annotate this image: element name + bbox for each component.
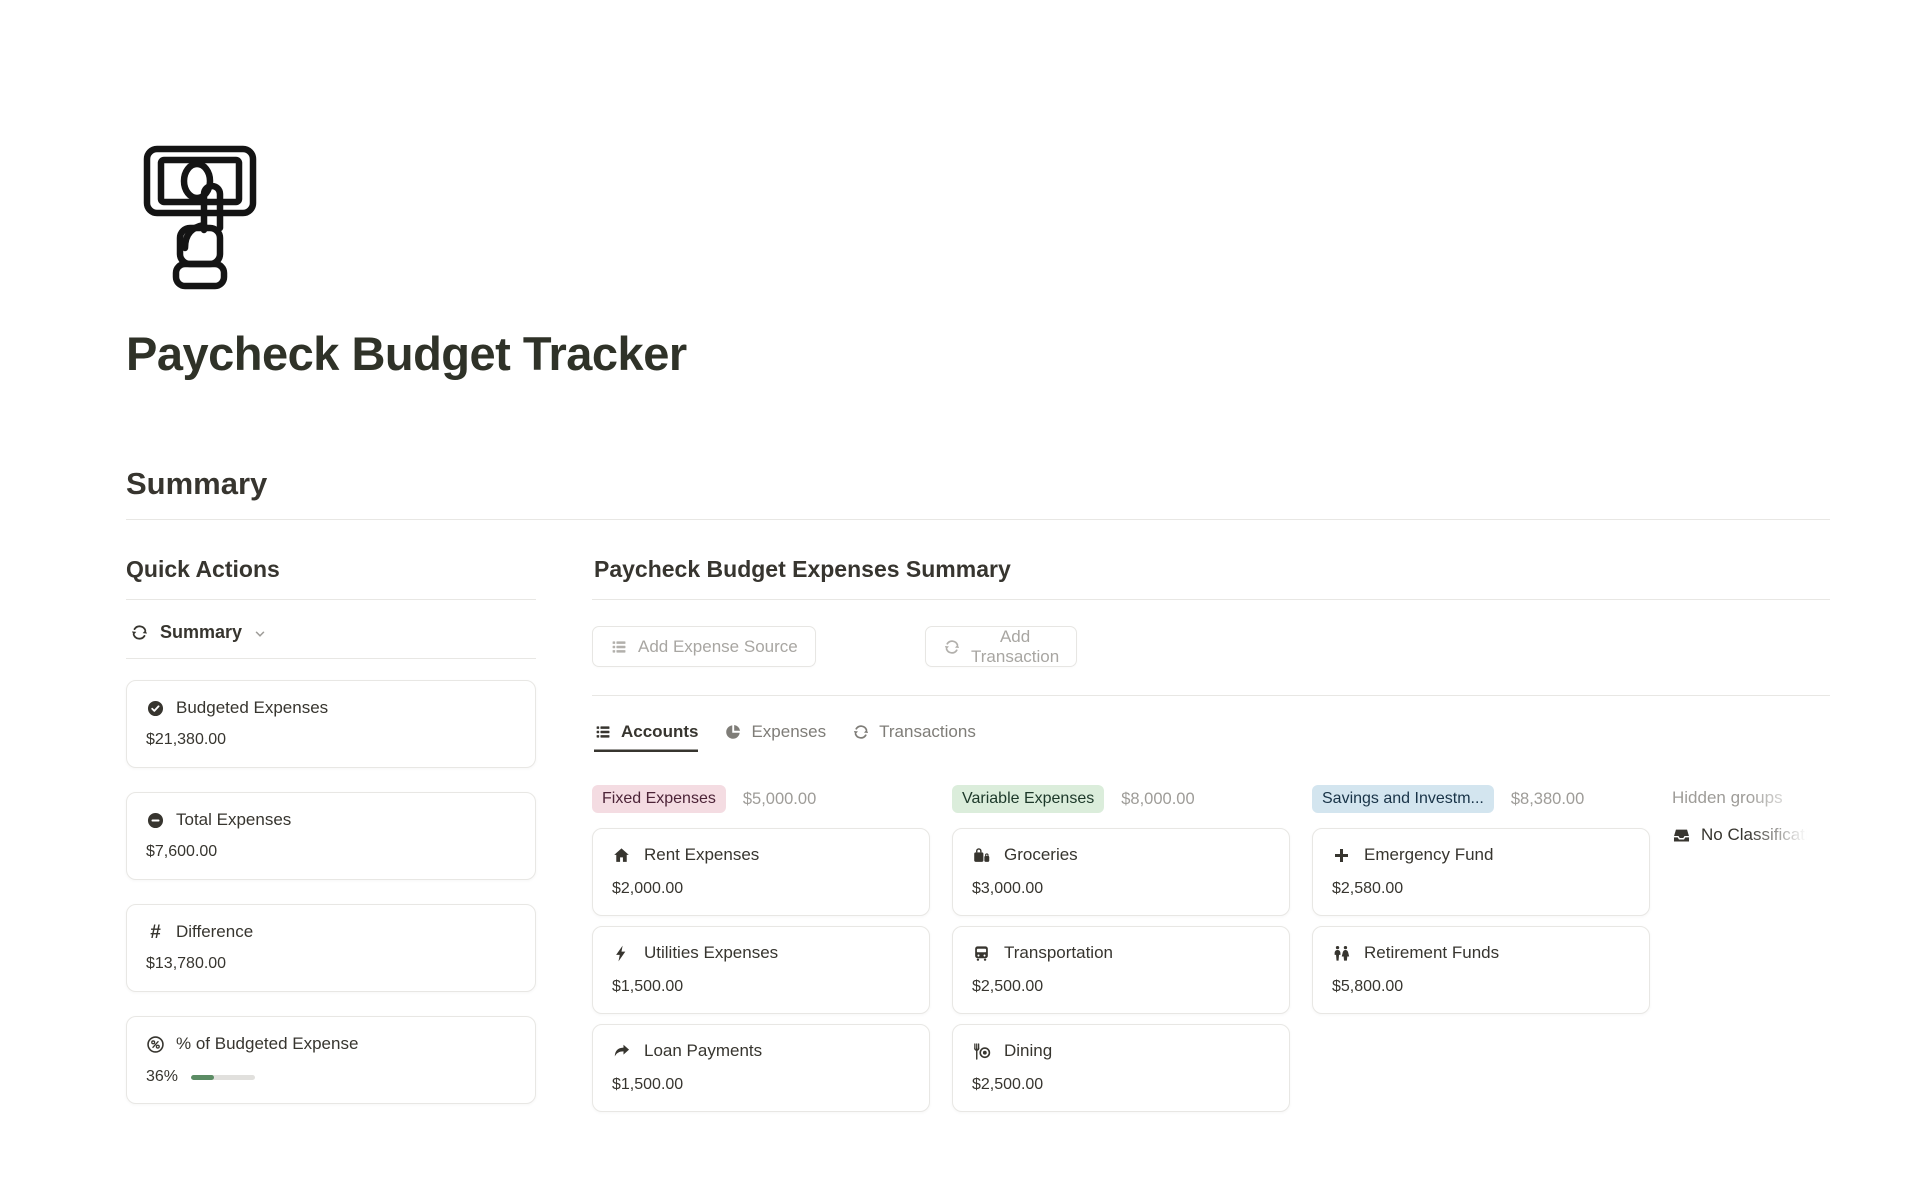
summary-divider [126,519,1830,520]
card-value: $2,500.00 [972,978,1270,996]
arrow-right-icon [612,1042,631,1061]
card-value: $1,500.00 [612,1076,910,1094]
account-card-rent-expenses[interactable]: Rent Expenses $2,000.00 [592,828,930,916]
view-selector[interactable]: Summary [130,622,267,643]
view-tabs: Accounts Expenses Transactions [594,722,976,752]
quick-actions-heading: Quick Actions [126,556,280,583]
group-pill[interactable]: Variable Expenses [952,785,1104,813]
card-value: $1,500.00 [612,978,910,996]
accounts-board: Fixed Expenses $5,000.00 Rent Expenses $… [592,784,1920,1134]
card-value: $21,380.00 [146,731,516,749]
divider [592,695,1830,696]
card-label: % of Budgeted Expense [176,1034,358,1054]
dining-icon [972,1042,991,1061]
card-name: Groceries [1004,845,1078,865]
progress-percent-value: 36% [146,1068,178,1086]
account-card-loan-payments[interactable]: Loan Payments $1,500.00 [592,1024,930,1112]
divider [126,599,536,600]
card-name: Transportation [1004,943,1113,963]
group-pill[interactable]: Fixed Expenses [592,785,726,813]
list-icon [594,723,612,741]
page-title: Paycheck Budget Tracker [126,326,687,381]
progress-bar [191,1075,255,1080]
cycle-icon [852,723,870,741]
board-column-savings-investments: Savings and Investm... $8,380.00 Emergen… [1312,784,1650,1014]
board-column-variable-expenses: Variable Expenses $8,000.00 Groceries $ [952,784,1290,1112]
cash-in-hand-icon [140,142,260,292]
quick-action-card-difference[interactable]: # Difference $13,780.00 [126,904,536,992]
card-label: Budgeted Expenses [176,698,328,718]
hash-icon: # [146,923,165,942]
account-card-transportation[interactable]: Transportation $2,500.00 [952,926,1290,1014]
account-card-groceries[interactable]: Groceries $3,000.00 [952,828,1290,916]
card-value: $7,600.00 [146,843,516,861]
card-value: $2,500.00 [972,1076,1270,1094]
group-total: $8,000.00 [1121,790,1194,809]
quick-action-card-budgeted-expenses[interactable]: Budgeted Expenses $21,380.00 [126,680,536,768]
plus-icon [1332,846,1351,865]
card-name: Retirement Funds [1364,943,1499,963]
divider [126,658,536,659]
tab-label: Expenses [751,722,826,742]
minus-circle-icon [146,811,165,830]
group-pill[interactable]: Savings and Investm... [1312,785,1494,813]
card-label: Difference [176,922,253,942]
list-icon [610,638,628,656]
card-value: $2,000.00 [612,880,910,898]
quick-action-card-percent-budgeted[interactable]: % of Budgeted Expense 36% [126,1016,536,1104]
board-right-fade [1748,778,1920,908]
tab-accounts[interactable]: Accounts [594,722,698,752]
button-label: Add Transaction [971,627,1059,667]
card-name: Utilities Expenses [644,943,778,963]
card-label: Total Expenses [176,810,291,830]
card-value: $2,580.00 [1332,880,1630,898]
add-transaction-button[interactable]: Add Transaction [925,626,1077,667]
card-name: Emergency Fund [1364,845,1493,865]
check-circle-icon [146,699,165,718]
bus-icon [972,944,991,963]
account-card-emergency-fund[interactable]: Emergency Fund $2,580.00 [1312,828,1650,916]
card-name: Rent Expenses [644,845,759,865]
tab-label: Transactions [879,722,976,742]
pie-chart-icon [724,723,742,741]
progress-bar-fill [191,1075,214,1080]
add-expense-source-button[interactable]: Add Expense Source [592,626,816,667]
inbox-icon [1672,826,1691,845]
card-value: $5,800.00 [1332,978,1630,996]
percent-circle-icon [146,1035,165,1054]
quick-action-card-total-expenses[interactable]: Total Expenses $7,600.00 [126,792,536,880]
view-selector-label: Summary [160,622,242,643]
cycle-icon [943,638,961,656]
account-card-retirement-funds[interactable]: Retirement Funds $5,800.00 [1312,926,1650,1014]
tab-transactions[interactable]: Transactions [852,722,976,752]
cycle-icon [130,623,149,642]
account-card-dining[interactable]: Dining $2,500.00 [952,1024,1290,1112]
card-value: $13,780.00 [146,955,516,973]
card-name: Loan Payments [644,1041,762,1061]
chevron-down-icon [253,627,267,641]
house-icon [612,846,631,865]
tab-label: Accounts [621,722,698,742]
expenses-summary-heading: Paycheck Budget Expenses Summary [594,556,1011,583]
group-total: $8,380.00 [1511,790,1584,809]
tab-expenses[interactable]: Expenses [724,722,826,752]
card-name: Dining [1004,1041,1052,1061]
card-value: $3,000.00 [972,880,1270,898]
family-icon [1332,944,1351,963]
lightning-icon [612,944,631,963]
summary-section-heading: Summary [126,466,267,502]
board-column-fixed-expenses: Fixed Expenses $5,000.00 Rent Expenses $… [592,784,930,1112]
shopping-bags-icon [972,846,991,865]
button-label: Add Expense Source [638,637,798,657]
account-card-utilities-expenses[interactable]: Utilities Expenses $1,500.00 [592,926,930,1014]
divider [592,599,1830,600]
group-total: $5,000.00 [743,790,816,809]
